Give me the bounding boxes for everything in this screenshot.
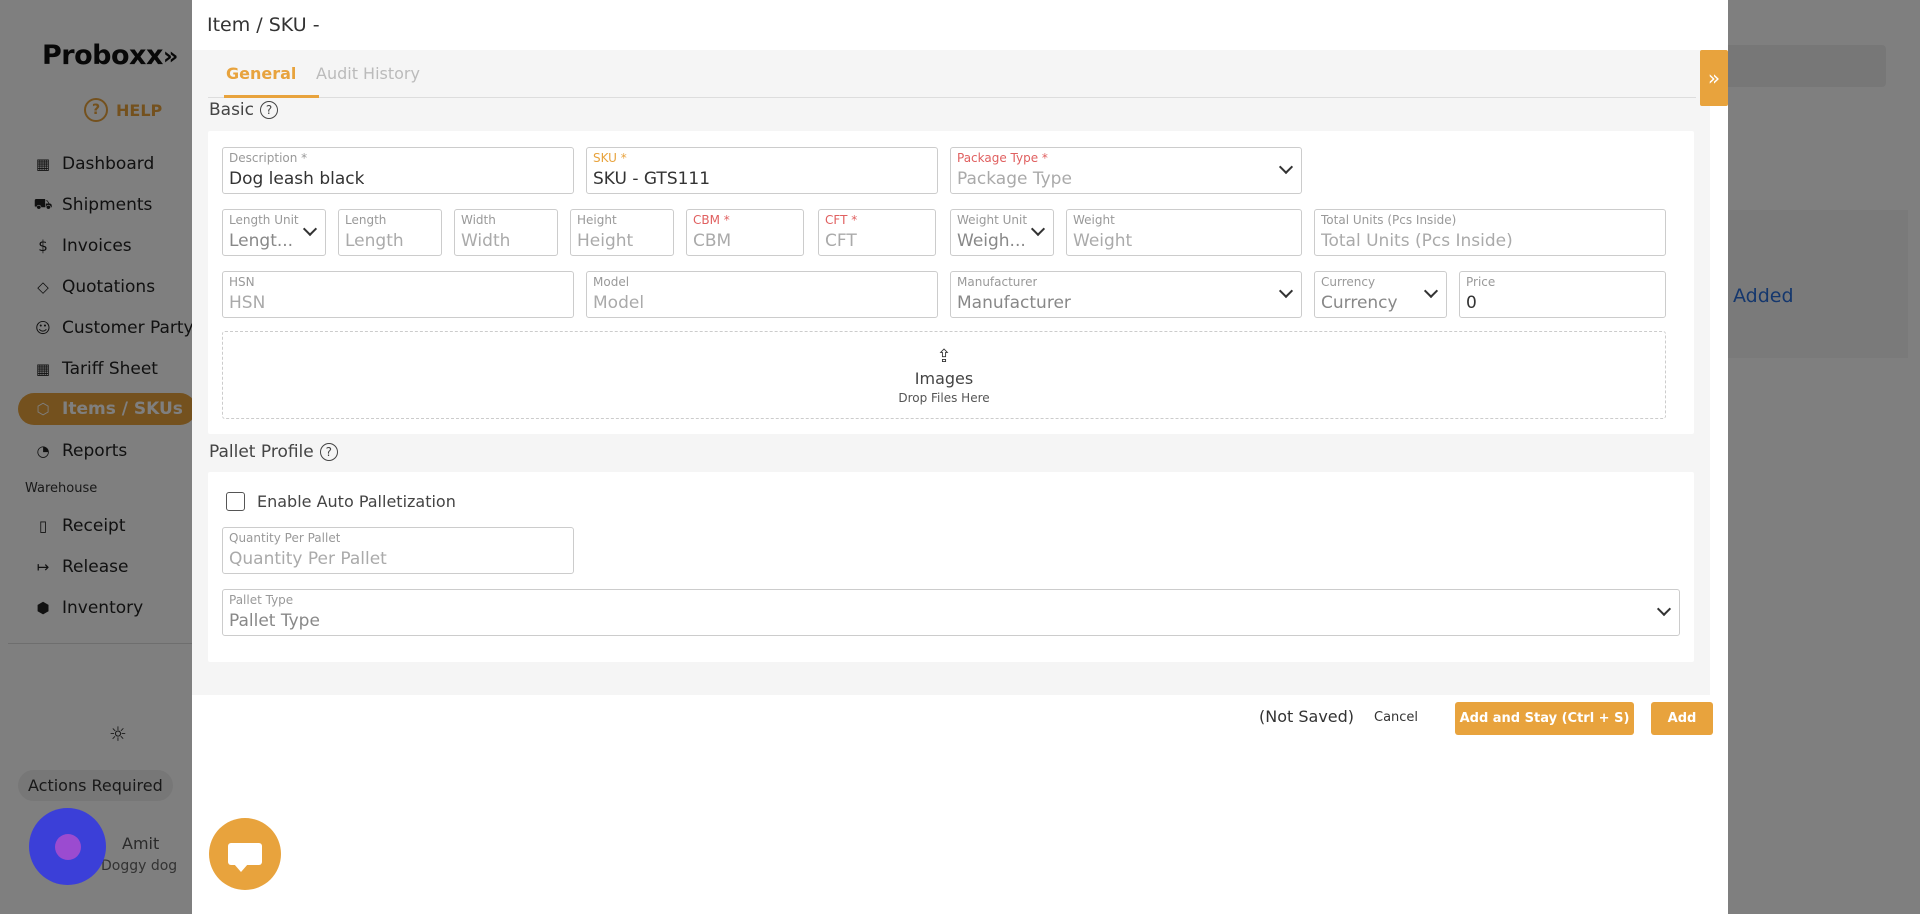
item-sku-modal: Item / SKU - General Audit History Basic… xyxy=(192,0,1728,914)
add-button[interactable]: Add xyxy=(1651,702,1713,735)
length-unit-select[interactable]: Length Unit Lengt... xyxy=(222,209,326,256)
description-field[interactable]: Description * Dog leash black xyxy=(222,147,574,194)
pallet-section-title: Pallet Profile ? xyxy=(209,442,338,462)
help-circle-icon[interactable]: ? xyxy=(260,101,279,119)
cbm-input[interactable]: CBM * CBM xyxy=(686,209,804,256)
basic-section-title: Basic ? xyxy=(209,100,279,120)
modal-body: General Audit History Basic ? Descriptio… xyxy=(192,50,1710,695)
chat-button[interactable] xyxy=(209,818,281,890)
save-status: (Not Saved) xyxy=(1259,707,1355,726)
cancel-button[interactable]: Cancel xyxy=(1374,710,1418,725)
tab-general[interactable]: General xyxy=(226,64,296,83)
sku-field[interactable]: SKU * SKU - GTS111 xyxy=(586,147,938,194)
help-circle-icon[interactable]: ? xyxy=(319,443,338,461)
price-input[interactable]: Price 0 xyxy=(1459,271,1666,318)
package-type-select[interactable]: Package Type * Package Type xyxy=(950,147,1302,194)
active-tab-indicator xyxy=(224,95,319,98)
weight-unit-select[interactable]: Weight Unit Weigh... xyxy=(950,209,1054,256)
chevron-down-icon xyxy=(1423,283,1439,299)
modal-title: Item / SKU - xyxy=(207,14,320,36)
hsn-input[interactable]: HSN HSN xyxy=(222,271,574,318)
add-and-stay-button[interactable]: Add and Stay (Ctrl + S) xyxy=(1455,702,1634,735)
currency-select[interactable]: Currency Currency xyxy=(1314,271,1447,318)
width-input[interactable]: Width Width xyxy=(454,209,558,256)
expand-panel-button[interactable]: » xyxy=(1700,50,1728,106)
pallet-type-select[interactable]: Pallet Type Pallet Type xyxy=(222,589,1680,636)
cloud-upload-icon: ⇪ xyxy=(936,345,952,367)
images-dropzone[interactable]: ⇪ Images Drop Files Here xyxy=(222,331,1666,419)
auto-palletization-checkbox[interactable] xyxy=(226,492,245,511)
chat-bubble-icon xyxy=(228,843,262,872)
tab-bar: General Audit History xyxy=(208,50,1696,98)
weight-input[interactable]: Weight Weight xyxy=(1066,209,1302,256)
tab-audit-history[interactable]: Audit History xyxy=(316,64,420,83)
modal-footer: (Not Saved) Cancel Add and Stay (Ctrl + … xyxy=(192,695,1728,740)
chevron-down-icon xyxy=(1278,159,1294,175)
chevron-down-icon xyxy=(1656,601,1672,617)
auto-palletization-row[interactable]: Enable Auto Palletization xyxy=(226,492,456,511)
basic-panel: Description * Dog leash black SKU * SKU … xyxy=(208,131,1694,434)
pallet-panel: Enable Auto Palletization Quantity Per P… xyxy=(208,472,1694,662)
chevron-down-icon xyxy=(1278,283,1294,299)
manufacturer-select[interactable]: Manufacturer Manufacturer xyxy=(950,271,1302,318)
chevron-down-icon xyxy=(1030,221,1046,237)
height-input[interactable]: Height Height xyxy=(570,209,674,256)
chevron-down-icon xyxy=(302,221,318,237)
length-input[interactable]: Length Length xyxy=(338,209,442,256)
assistant-dot-icon xyxy=(54,833,81,860)
total-units-input[interactable]: Total Units (Pcs Inside) Total Units (Pc… xyxy=(1314,209,1666,256)
assistant-avatar-button[interactable] xyxy=(29,808,106,885)
quantity-per-pallet-input[interactable]: Quantity Per Pallet Quantity Per Pallet xyxy=(222,527,574,574)
cft-input[interactable]: CFT * CFT xyxy=(818,209,936,256)
model-input[interactable]: Model Model xyxy=(586,271,938,318)
